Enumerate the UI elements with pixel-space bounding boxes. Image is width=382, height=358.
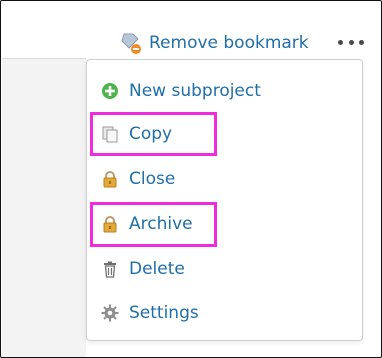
trash-icon <box>101 260 119 278</box>
menu-item-label: New subproject <box>129 81 261 101</box>
window-frame: Remove bookmark New subproject Copy Clos… <box>0 0 382 358</box>
ellipsis-icon-dot <box>348 39 354 45</box>
bookmark-remove-icon <box>119 31 143 55</box>
menu-item-delete[interactable]: Delete <box>101 254 185 284</box>
menu-item-label: Close <box>129 169 176 189</box>
ellipsis-icon-dot <box>359 39 364 45</box>
remove-bookmark-label: Remove bookmark <box>149 33 309 53</box>
more-options-button[interactable] <box>338 35 364 49</box>
menu-item-close[interactable]: Close <box>101 164 175 194</box>
menu-item-label: Settings <box>129 303 199 323</box>
menu-item-label: Copy <box>129 124 173 144</box>
lock-icon <box>101 170 119 188</box>
menu-item-copy[interactable]: Copy <box>101 119 172 149</box>
gear-icon <box>101 304 119 322</box>
menu-item-archive[interactable]: Archive <box>101 209 193 239</box>
project-actions-menu: New subproject Copy Close Archive Delete… <box>86 59 363 341</box>
add-circle-icon <box>101 82 119 100</box>
ellipsis-icon-dot <box>338 39 343 45</box>
menu-item-label: Archive <box>129 214 193 234</box>
copy-icon <box>101 125 119 143</box>
lock-icon <box>101 215 119 233</box>
menu-item-settings[interactable]: Settings <box>101 298 199 328</box>
remove-bookmark-link[interactable]: Remove bookmark <box>119 31 309 55</box>
menu-item-label: Delete <box>129 259 185 279</box>
left-panel <box>2 58 86 357</box>
menu-item-new-subproject[interactable]: New subproject <box>101 76 261 106</box>
